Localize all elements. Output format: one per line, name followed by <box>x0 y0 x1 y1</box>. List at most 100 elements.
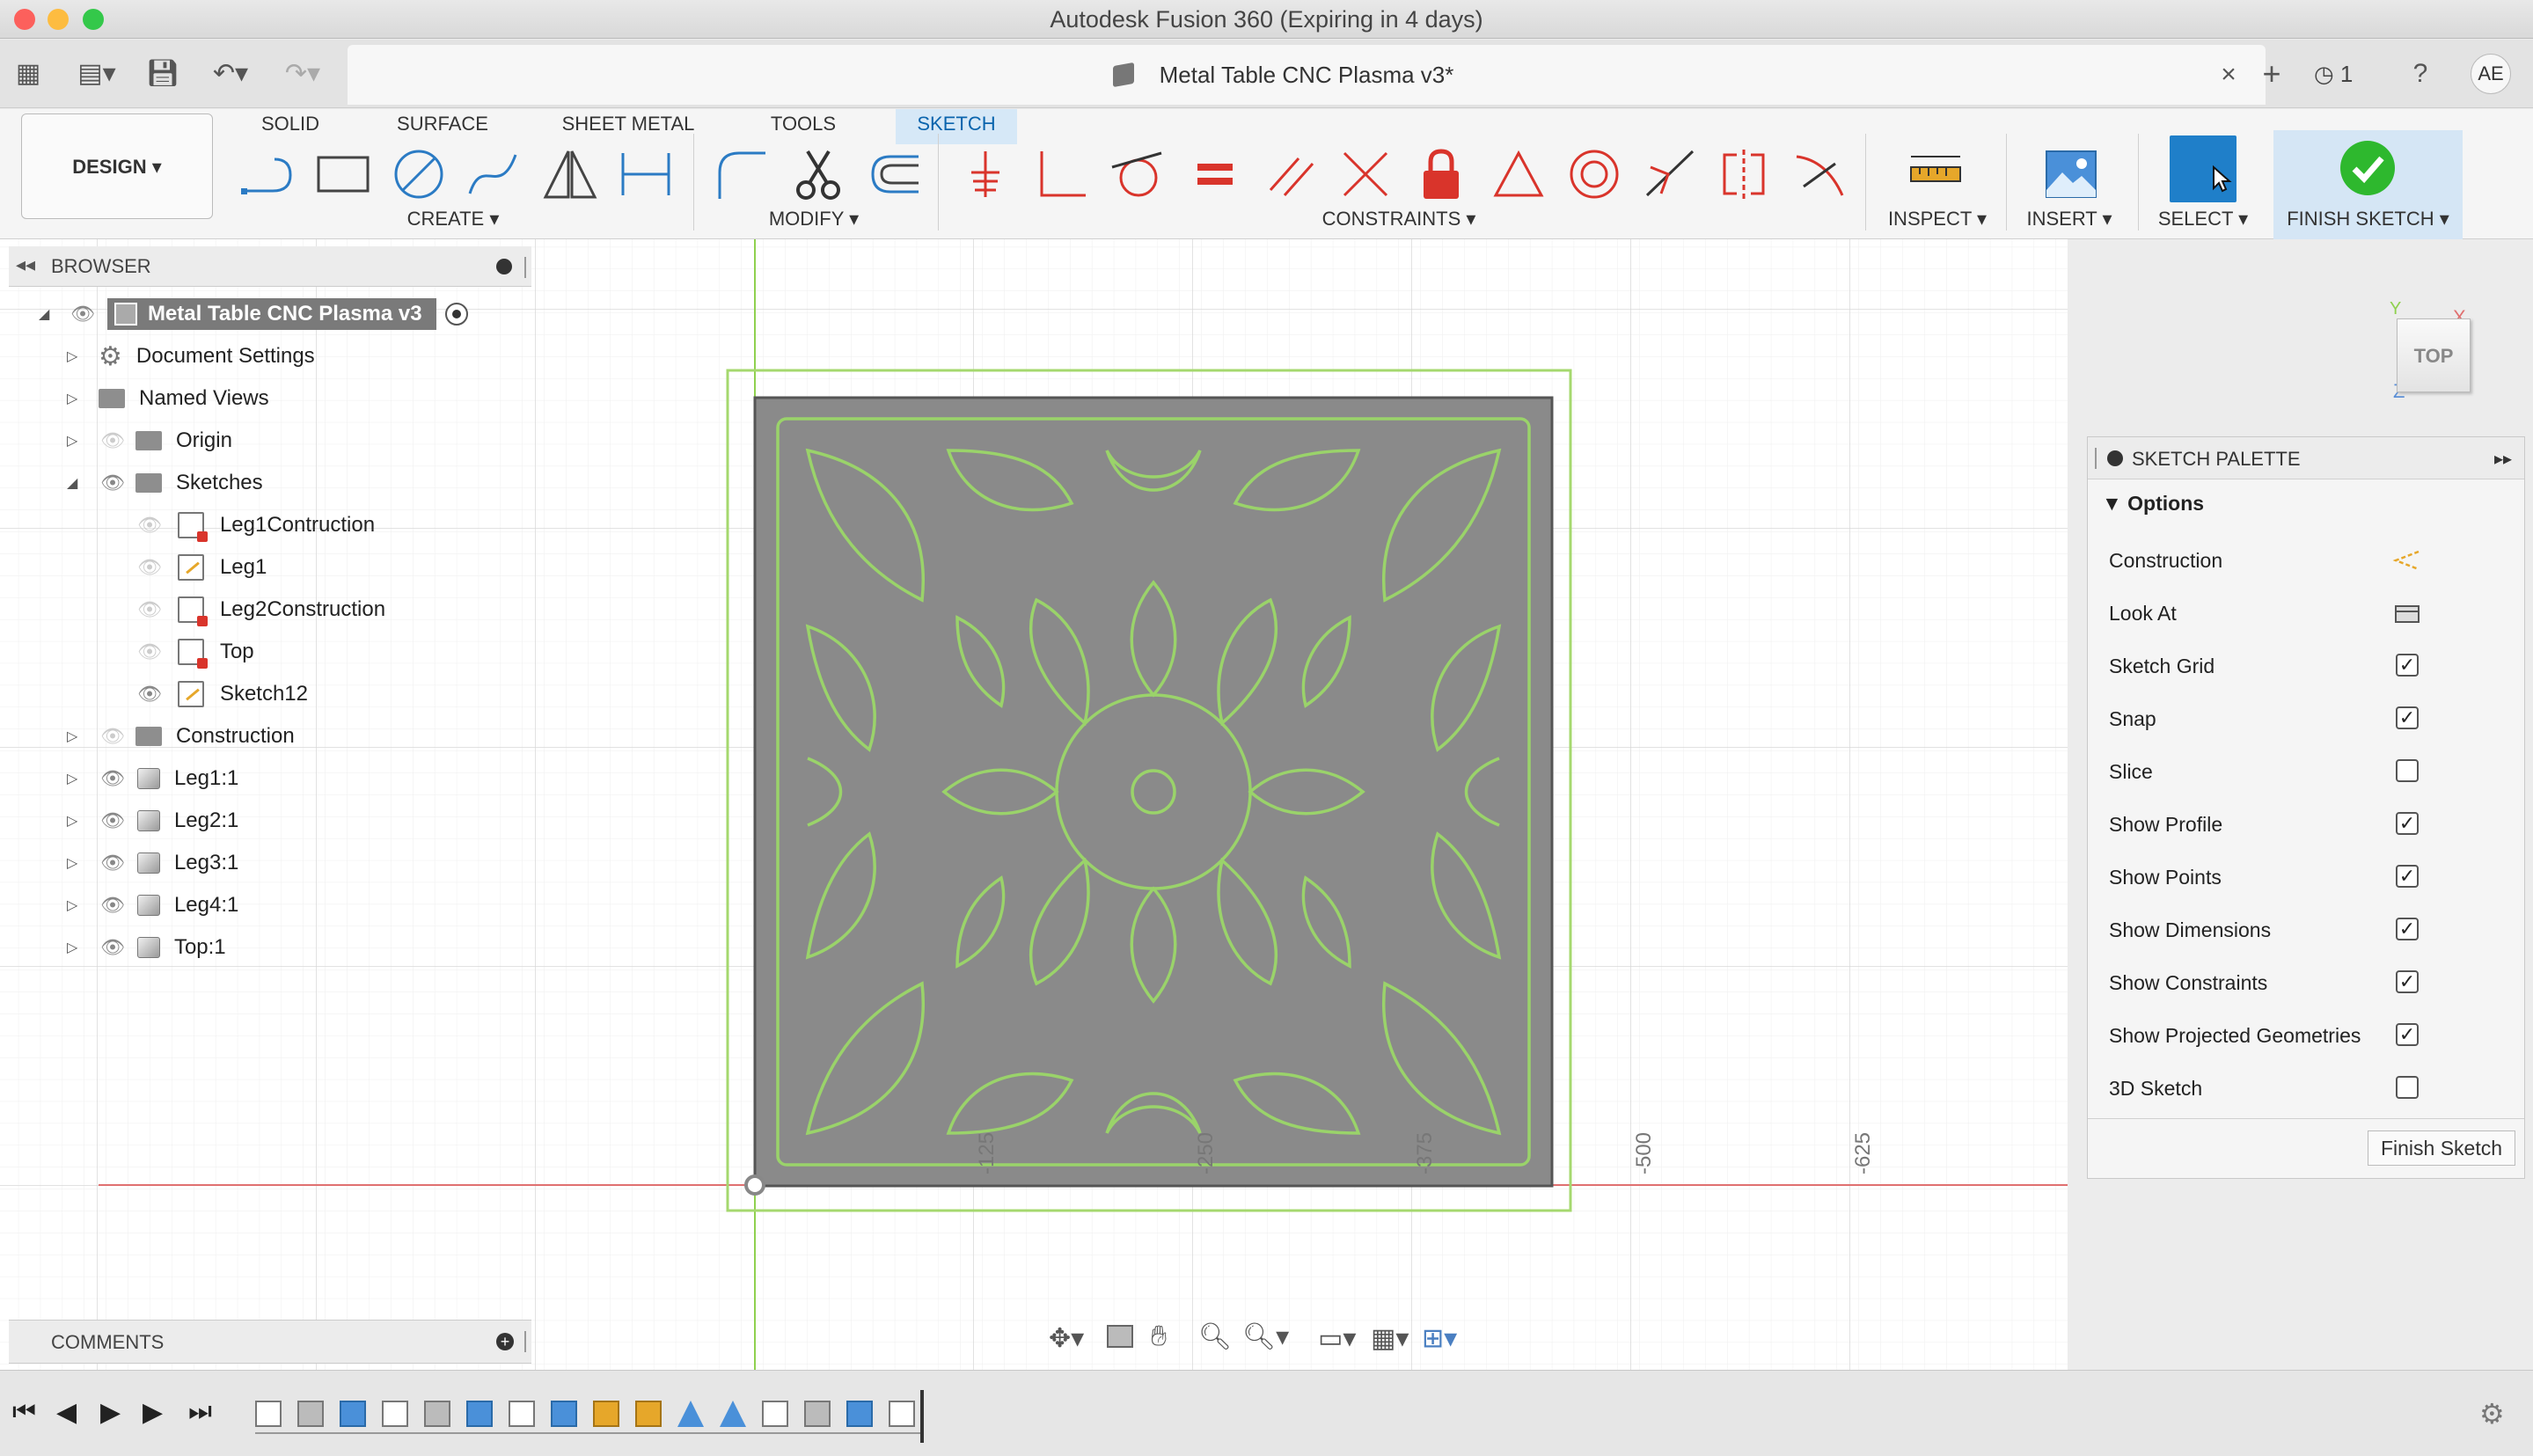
pan-hand-icon[interactable]: ✋︎ <box>1151 1320 1167 1353</box>
parallel-constraint-icon[interactable] <box>1260 143 1323 206</box>
visibility-eye-icon[interactable]: 👁︎ <box>100 472 125 494</box>
palette-option[interactable]: Sketch Grid ✓ <box>2088 640 2526 692</box>
play-icon[interactable]: ▶︎ <box>100 1397 121 1428</box>
design-canvas[interactable]: -125 -250 -375 -500 -625 Y X Z TOP <box>0 239 2471 1370</box>
tab-solid[interactable]: SOLID <box>255 109 326 139</box>
expand-triangle-icon[interactable]: ▷ <box>67 348 81 365</box>
expand-triangle-icon[interactable]: ▷ <box>67 770 81 787</box>
fit-zoom-icon[interactable]: 🔍︎▾ <box>1242 1321 1289 1352</box>
select-tool-button[interactable] <box>2170 135 2237 202</box>
browser-item-body[interactable]: ▷ 👁︎ Leg2:1 <box>67 801 238 841</box>
palette-option[interactable]: 3D Sketch <box>2088 1062 2526 1115</box>
panel-grip[interactable] <box>2095 448 2097 469</box>
fix-constraint-lock-icon[interactable] <box>1409 143 1473 206</box>
look-at-nav-icon[interactable] <box>1107 1325 1133 1348</box>
origin-point[interactable] <box>744 1174 765 1196</box>
finish-sketch-button[interactable]: FINISH SKETCH ▾ <box>2273 130 2463 239</box>
palette-option[interactable]: Slice <box>2088 745 2526 798</box>
insert-group-label[interactable]: INSERT ▾ <box>2015 206 2124 232</box>
circle-tool-icon[interactable] <box>387 143 450 206</box>
tangent-constraint-icon[interactable] <box>1105 143 1168 206</box>
rectangle-tool-icon[interactable] <box>311 143 375 206</box>
timeline-body-icon[interactable] <box>297 1401 324 1427</box>
root-component[interactable]: Metal Table CNC Plasma v3 <box>106 298 436 330</box>
slice-checkbox[interactable] <box>2396 759 2419 782</box>
palette-option[interactable]: Look At <box>2088 587 2526 640</box>
browser-item-body[interactable]: ▷ 👁︎ Top:1 <box>67 927 226 968</box>
tab-tools[interactable]: TOOLS <box>764 109 843 139</box>
spline-tool-icon[interactable] <box>461 143 524 206</box>
palette-option[interactable]: Show Profile ✓ <box>2088 798 2526 851</box>
tab-sketch[interactable]: SKETCH <box>896 109 1017 139</box>
timeline-pattern-icon[interactable] <box>635 1401 662 1427</box>
trim-tool-icon[interactable] <box>787 143 850 206</box>
visibility-eye-icon[interactable]: 👁︎ <box>100 936 125 959</box>
close-tab-icon[interactable]: × <box>2211 57 2246 92</box>
orbit-icon[interactable]: ✥▾ <box>1049 1323 1084 1354</box>
timeline-settings-gear-icon[interactable]: ⚙ <box>2479 1397 2505 1430</box>
app-grid-icon[interactable]: ▦ <box>11 55 46 92</box>
panel-grip[interactable] <box>524 1331 526 1352</box>
step-back-icon[interactable]: ◀︎ <box>56 1397 77 1428</box>
palette-option[interactable]: Show Projected Geometries ✓ <box>2088 1009 2526 1062</box>
show-points-checkbox[interactable]: ✓ <box>2396 865 2419 888</box>
grid-settings-icon[interactable]: ▦▾ <box>1371 1323 1409 1354</box>
mirror-tool-icon[interactable] <box>538 143 602 206</box>
timeline-marker[interactable] <box>920 1390 924 1443</box>
look-at-icon[interactable] <box>2392 601 2422 626</box>
workspace-switcher[interactable]: DESIGN ▾ <box>21 113 213 219</box>
midpoint-constraint-icon[interactable] <box>1638 143 1702 206</box>
browser-item[interactable]: ▷ 👁︎ Construction <box>67 716 295 757</box>
timeline-mirror-icon[interactable] <box>720 1401 746 1427</box>
expand-triangle-icon[interactable]: ▷ <box>67 854 81 872</box>
go-to-start-icon[interactable]: ⏮ <box>12 1397 36 1427</box>
help-icon[interactable]: ? <box>2402 55 2439 92</box>
timeline-extrude-icon[interactable] <box>846 1401 873 1427</box>
palette-option[interactable]: Snap ✓ <box>2088 692 2526 745</box>
browser-item-sketch[interactable]: 👁︎ Leg1Contruction <box>137 505 375 545</box>
timeline-extrude-icon[interactable] <box>466 1401 493 1427</box>
palette-option[interactable]: Show Points ✓ <box>2088 851 2526 904</box>
browser-item-sketch[interactable]: 👁︎ Top <box>137 632 254 672</box>
timeline-body-icon[interactable] <box>424 1401 450 1427</box>
step-forward-icon[interactable]: ▶︎ <box>143 1397 163 1428</box>
palette-option[interactable]: Show Dimensions ✓ <box>2088 904 2526 956</box>
collapse-browser-icon[interactable]: ◂◂ <box>16 253 35 276</box>
insert-image-icon[interactable] <box>2039 143 2103 206</box>
line-tool-icon[interactable] <box>236 143 299 206</box>
close-window-button[interactable] <box>14 9 35 30</box>
viewcube-face-top[interactable]: TOP <box>2397 318 2471 392</box>
palette-minimize-icon[interactable] <box>2107 450 2123 466</box>
3d-sketch-checkbox[interactable] <box>2396 1076 2419 1099</box>
show-profile-checkbox[interactable]: ✓ <box>2396 812 2419 835</box>
add-comment-icon[interactable]: + <box>496 1333 514 1350</box>
save-icon[interactable]: 💾︎ <box>145 55 180 92</box>
constraints-group-label[interactable]: CONSTRAINTS ▾ <box>1311 206 1487 232</box>
expand-triangle-icon[interactable]: ▷ <box>67 896 81 914</box>
coincident-constraint-icon[interactable] <box>955 143 1019 206</box>
visibility-eye-icon[interactable]: 👁︎ <box>100 852 125 874</box>
expand-triangle-icon[interactable]: ▷ <box>67 728 81 745</box>
perpendicular-constraint-icon[interactable] <box>1029 143 1093 206</box>
display-settings-icon[interactable]: ▭▾ <box>1318 1323 1356 1354</box>
user-avatar[interactable]: AE <box>2471 54 2511 94</box>
construction-toggle-icon[interactable] <box>2392 548 2422 573</box>
timeline-extrude-icon[interactable] <box>340 1401 366 1427</box>
minimize-window-button[interactable] <box>48 9 69 30</box>
browser-item-sketch[interactable]: 👁︎ Leg1 <box>137 547 267 588</box>
browser-item-body[interactable]: ▷ 👁︎ Leg3:1 <box>67 843 238 883</box>
collapse-triangle-icon[interactable]: ◢ <box>39 305 53 323</box>
expand-triangle-icon[interactable]: ▷ <box>67 432 81 450</box>
hidden-eye-icon[interactable]: 👁︎ <box>137 640 162 663</box>
browser-item-sketch[interactable]: 👁︎ Sketch12 <box>137 674 308 714</box>
dimension-tool-icon[interactable] <box>614 143 677 206</box>
hidden-eye-icon[interactable]: 👁︎ <box>100 429 125 452</box>
measure-tool-icon[interactable] <box>1904 143 1967 206</box>
go-to-end-icon[interactable]: ⏭ <box>188 1397 212 1427</box>
browser-item[interactable]: ▷ ⚙ Document Settings <box>67 336 315 377</box>
viewports-icon[interactable]: ⊞▾ <box>1422 1323 1457 1354</box>
inspect-group-label[interactable]: INSPECT ▾ <box>1883 206 1992 232</box>
expand-triangle-icon[interactable]: ▷ <box>67 812 81 830</box>
new-tab-icon[interactable]: + <box>2254 55 2289 92</box>
hidden-eye-icon[interactable]: 👁︎ <box>137 514 162 537</box>
